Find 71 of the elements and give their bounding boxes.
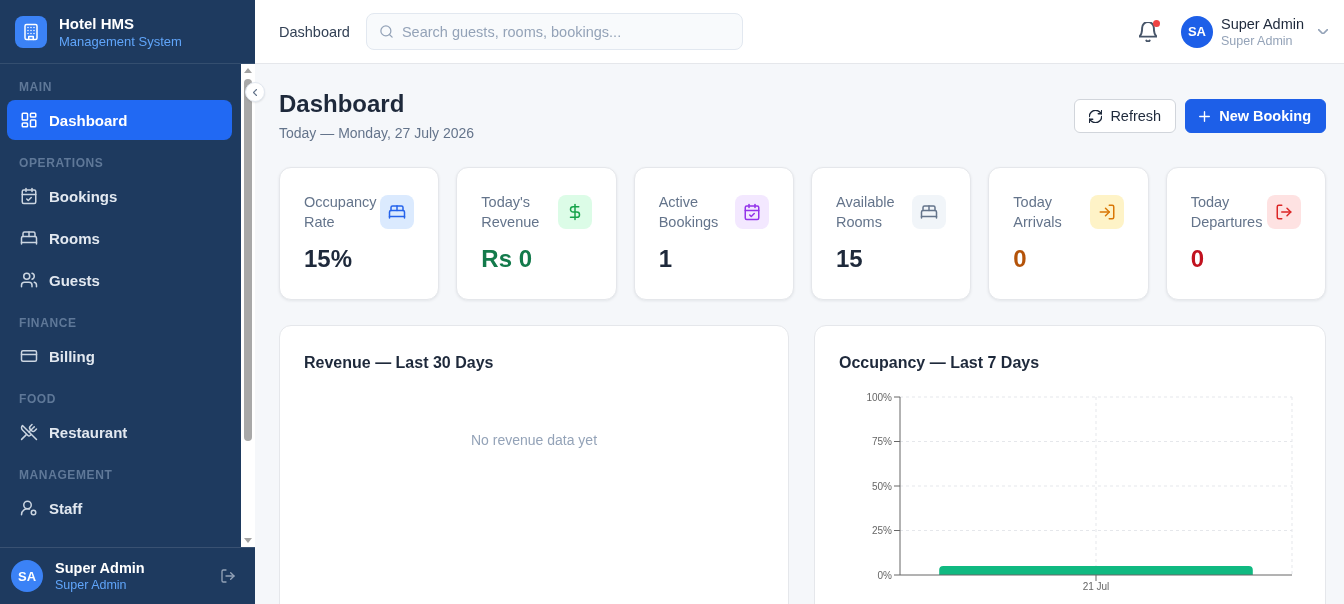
credit-card-icon (20, 347, 38, 365)
axis-label: 50% (872, 480, 892, 492)
brand-name: Hotel HMS (59, 13, 135, 33)
panel-title: Occupancy — Last 7 Days (839, 353, 1041, 373)
axis-label: 100% (866, 391, 892, 403)
user-role: Super Admin (55, 577, 128, 593)
axis-label: 21 Jul (1082, 581, 1110, 592)
stat-value: 0 (1190, 245, 1205, 273)
dashboard-grid-icon (20, 111, 38, 129)
nav-section-label: FINANCE (18, 316, 78, 330)
nav-section-label: FOOD (18, 392, 58, 406)
refresh-icon (1089, 109, 1103, 123)
chevron-left-icon (253, 88, 257, 96)
sidebar-item[interactable]: Guests (7, 260, 232, 300)
collapse-sidebar-button[interactable] (245, 82, 265, 102)
bed-icon (380, 195, 415, 229)
stat-label: Occupancy Rate (304, 193, 378, 232)
user-role: Super Admin (1220, 32, 1294, 49)
stat-label: Today's Revenue (481, 193, 541, 232)
users-icon (20, 271, 38, 289)
user-name: Super Admin (1220, 14, 1304, 33)
breadcrumb: Dashboard (279, 23, 350, 40)
page-title: Dashboard (279, 89, 406, 119)
stat-value: 1 (658, 245, 673, 273)
scroll-up-arrow-icon[interactable] (244, 68, 252, 73)
stat-label: Today Departures (1190, 193, 1264, 232)
calendar-check-icon (735, 195, 769, 229)
bed-icon (20, 229, 38, 247)
stat-value: Rs 0 (481, 245, 534, 273)
panel-title: Revenue — Last 30 Days (304, 353, 495, 373)
stat-label: Today Arrivals (1013, 193, 1063, 232)
bell-icon[interactable] (1138, 21, 1157, 42)
axis-label: 75% (872, 436, 892, 447)
scrollbar[interactable] (241, 64, 255, 547)
fork-knife-icon (20, 423, 38, 441)
sidebar-item[interactable]: Bookings (7, 176, 232, 216)
nav-section-label: OPERATIONS (18, 156, 105, 170)
stat-label: Active Bookings (658, 193, 720, 232)
bed-icon (912, 195, 947, 229)
new-booking-button[interactable]: New Booking (1185, 99, 1326, 133)
nav-section-label: MAIN (18, 80, 54, 94)
sidebar-item[interactable]: Dashboard (7, 100, 232, 140)
user-name: Super Admin (55, 559, 146, 577)
user-avatar: SA (11, 560, 43, 592)
sidebar-item[interactable]: Staff (7, 488, 232, 528)
nav-section-label: MANAGEMENT (18, 468, 114, 482)
sidebar-item[interactable]: Billing (7, 336, 232, 376)
stat-value: 15 (836, 245, 864, 273)
scrollbar-thumb[interactable] (244, 79, 252, 441)
hotel-logo-icon (15, 15, 47, 48)
search-field[interactable]: Search guests, rooms, bookings... (365, 13, 743, 50)
search-icon (378, 24, 394, 39)
calendar-check-icon (20, 187, 38, 205)
user-gear-icon (20, 499, 38, 517)
axis-label: 25% (872, 525, 892, 536)
stat-value: 0 (1013, 245, 1028, 273)
sidebar-item[interactable]: Restaurant (7, 412, 232, 452)
user-avatar[interactable]: SA (1180, 15, 1213, 48)
axis-label: 0% (877, 569, 892, 581)
scroll-down-arrow-icon[interactable] (244, 538, 252, 543)
dollar-sign-icon (557, 195, 592, 229)
page-subtitle: Today — Monday, 27 July 2026 (279, 124, 475, 143)
refresh-button[interactable]: Refresh (1074, 99, 1177, 133)
stat-label: Available Rooms (836, 193, 896, 232)
sidebar-item[interactable]: Rooms (7, 218, 232, 258)
chevron-down-icon[interactable] (1318, 29, 1328, 34)
logout-icon[interactable] (220, 568, 236, 584)
brand-subtitle: Management System (59, 32, 182, 50)
empty-message: No revenue data yet (470, 432, 598, 448)
plus-icon (1198, 109, 1212, 123)
stat-value: 15% (304, 245, 354, 273)
